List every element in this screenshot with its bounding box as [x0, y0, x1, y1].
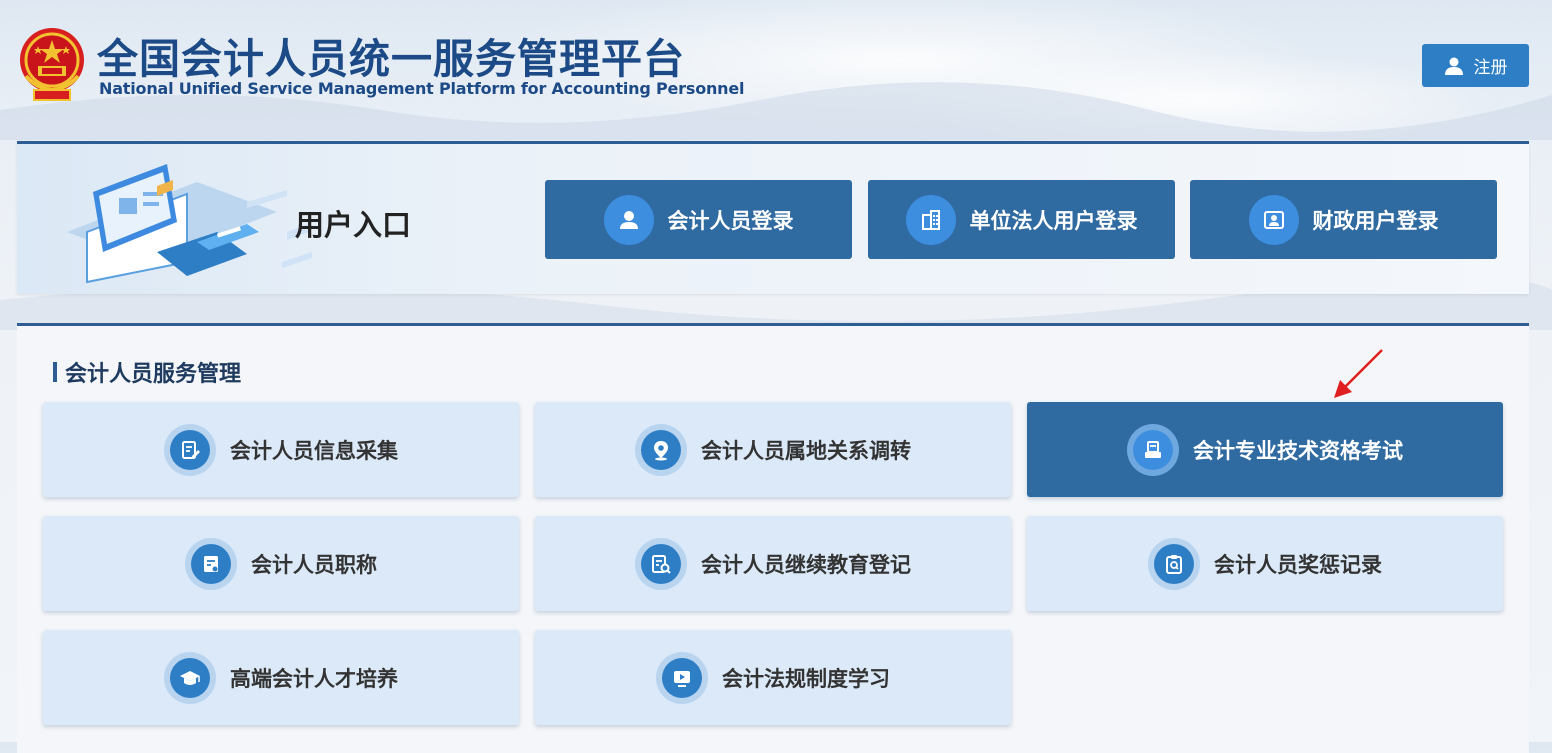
annotation-arrow-icon: [1334, 349, 1383, 398]
document-search-icon: [652, 554, 671, 574]
section-title-bar: [53, 362, 57, 382]
video-play-icon: [674, 670, 690, 687]
service-card-info-collection[interactable]: 会计人员信息采集: [43, 402, 519, 497]
national-emblem-icon: [20, 28, 84, 101]
location-pin-icon: [654, 440, 668, 460]
section-title-text: 会计人员服务管理: [65, 362, 242, 387]
service-card-territorial-transfer[interactable]: 会计人员属地关系调转: [535, 402, 1011, 497]
login-label: 会计人员登录: [667, 208, 794, 233]
section-title: 会计人员服务管理: [53, 356, 241, 388]
service-card-label: 会计人员信息采集: [230, 438, 398, 463]
id-card-icon: [1248, 194, 1299, 245]
certificate-icon: [204, 555, 218, 572]
service-management-panel: 会计人员服务管理 会计人员信息采集 会计人员属地关系调转 会计专业技术资格考试 …: [17, 323, 1529, 753]
register-button[interactable]: 注册: [1422, 44, 1529, 87]
service-card-label: 会计人员职称: [251, 552, 377, 577]
clipboard-search-icon: [1166, 554, 1182, 574]
exam-icon: [1145, 440, 1161, 458]
service-card-talent-training[interactable]: 高端会计人才培养: [43, 630, 519, 725]
login-label: 单位法人用户登录: [969, 208, 1138, 233]
service-card-label: 会计人员继续教育登记: [701, 552, 911, 577]
service-card-label: 会计人员奖惩记录: [1214, 552, 1382, 577]
building-icon: [905, 194, 956, 245]
user-entry-panel: 用户入口 会计人员登录 单位法人用户登录 财政用户登录: [17, 141, 1529, 294]
service-card-label: 高端会计人才培养: [230, 666, 398, 691]
user-icon: [603, 194, 654, 245]
service-card-regulation-learning[interactable]: 会计法规制度学习: [535, 630, 1011, 725]
service-card-label: 会计人员属地关系调转: [701, 438, 911, 463]
login-label: 财政用户登录: [1312, 208, 1439, 233]
site-title: 全国会计人员统一服务管理平台: [97, 35, 685, 83]
service-card-professional-title[interactable]: 会计人员职称: [43, 516, 519, 611]
user-icon: [1444, 57, 1463, 75]
register-label: 注册: [1473, 58, 1508, 78]
service-card-continuing-education[interactable]: 会计人员继续教育登记: [535, 516, 1011, 611]
service-card-rewards-penalties[interactable]: 会计人员奖惩记录: [1027, 516, 1503, 611]
service-card-qualification-exam[interactable]: 会计专业技术资格考试: [1027, 402, 1503, 497]
site-subtitle: National Unified Service Management Plat…: [99, 79, 745, 98]
service-card-label: 会计法规制度学习: [722, 666, 890, 691]
edit-document-icon: [182, 440, 200, 459]
accountant-login-button[interactable]: 会计人员登录: [545, 180, 852, 259]
graduation-cap-icon: [180, 670, 200, 685]
header: 全国会计人员统一服务管理平台 National Unified Service …: [0, 0, 1552, 130]
user-entry-title: 用户入口: [295, 208, 412, 242]
finance-user-login-button[interactable]: 财政用户登录: [1190, 180, 1497, 259]
service-card-label: 会计专业技术资格考试: [1193, 438, 1403, 463]
legal-entity-login-button[interactable]: 单位法人用户登录: [868, 180, 1175, 259]
